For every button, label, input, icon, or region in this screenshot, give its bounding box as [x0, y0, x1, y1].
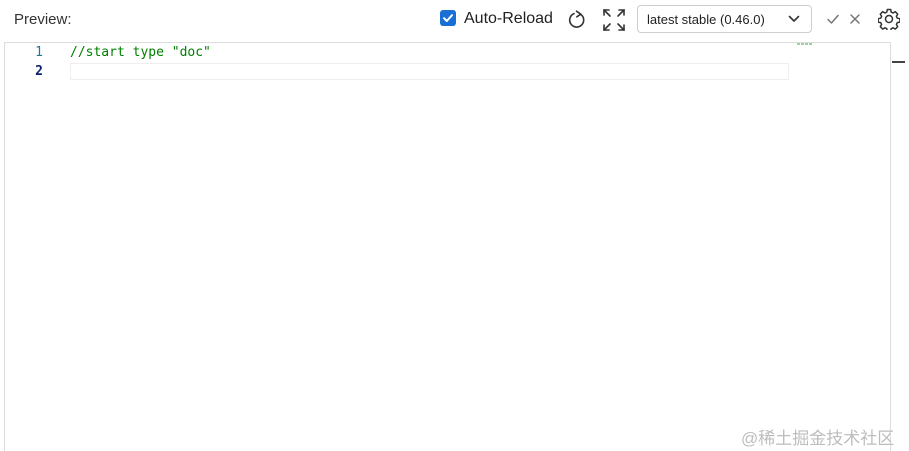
expand-icon[interactable]	[602, 8, 626, 32]
overview-ruler	[891, 42, 909, 451]
auto-reload-checkbox[interactable]	[440, 10, 456, 26]
editor-line: 2	[5, 62, 891, 81]
check-icon[interactable]	[826, 12, 840, 26]
auto-reload-label[interactable]: Auto-Reload	[464, 10, 553, 28]
preview-label: Preview:	[14, 11, 72, 28]
close-icon[interactable]	[849, 12, 861, 24]
version-select[interactable]: latest stable (0.46.0)	[637, 5, 812, 33]
refresh-icon[interactable]	[566, 9, 588, 31]
code-text[interactable]: //start type "doc"	[70, 45, 211, 60]
minimap[interactable]	[797, 43, 815, 46]
code-editor[interactable]: 1 //start type "doc" 2	[4, 42, 891, 451]
editor-line: 1 //start type "doc"	[5, 43, 891, 62]
line-number: 2	[35, 64, 43, 79]
chevron-down-icon	[788, 15, 800, 22]
preview-toolbar: Preview: Auto-Reload latest stable (0.46…	[0, 0, 909, 42]
check-mark-icon	[443, 14, 453, 22]
line-number: 1	[35, 45, 43, 60]
gear-icon[interactable]	[877, 8, 901, 33]
version-select-value: latest stable (0.46.0)	[647, 12, 765, 27]
watermark: @稀土掘金技术社区	[741, 429, 895, 448]
scrollbar-thumb[interactable]	[892, 61, 905, 63]
